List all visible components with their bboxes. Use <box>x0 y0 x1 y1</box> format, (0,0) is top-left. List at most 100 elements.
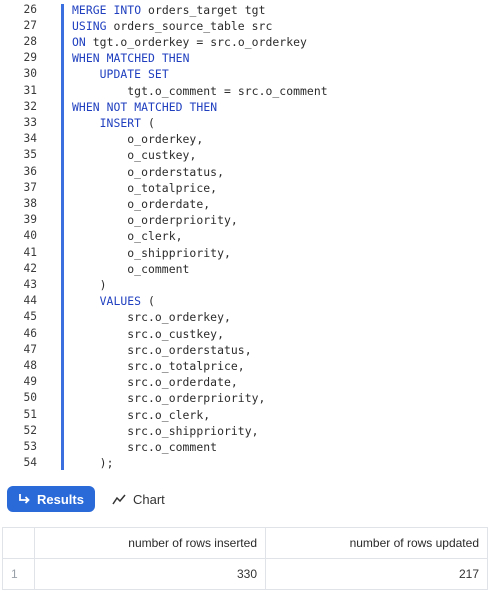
line-number: 54 <box>23 456 37 470</box>
code-text: src.o_totalprice, <box>127 358 245 373</box>
code-text: src.o_clerk, <box>127 407 211 422</box>
code-line[interactable]: 50 src.o_orderpriority, <box>0 390 489 406</box>
code-line[interactable]: 41 o_shippriority, <box>0 245 489 261</box>
line-number: 27 <box>23 18 37 32</box>
line-number: 39 <box>23 213 37 227</box>
code-line[interactable]: 36 o_orderstatus, <box>0 164 489 180</box>
row-index-header <box>2 527 35 559</box>
line-number: 46 <box>23 326 37 340</box>
code-line[interactable]: 51 src.o_clerk, <box>0 407 489 423</box>
line-number: 47 <box>23 342 37 356</box>
code-line[interactable]: 38 o_orderdate, <box>0 196 489 212</box>
code-text: src.o_comment <box>127 439 218 454</box>
cell-rows-updated[interactable]: 217 <box>265 558 488 590</box>
code-line[interactable]: 44 VALUES ( <box>0 293 489 309</box>
cell-rows-inserted[interactable]: 330 <box>34 558 266 590</box>
results-tab-label: Results <box>37 491 84 507</box>
code-text: o_shippriority, <box>127 245 231 260</box>
code-text: src.o_orderkey, <box>127 310 231 325</box>
code-text: tgt.o_comment = src.o_comment <box>127 83 328 98</box>
code-line[interactable]: 54 ); <box>0 455 489 471</box>
line-number: 52 <box>23 423 37 437</box>
chart-tab-button[interactable]: Chart <box>112 486 165 512</box>
code-line[interactable]: 48 src.o_totalprice, <box>0 358 489 374</box>
sql-editor[interactable]: 26 MERGE INTO orders_target tgt 27 USING or… <box>0 0 489 478</box>
code-text: USING orders_source_table src <box>72 18 273 33</box>
line-number: 50 <box>23 391 37 405</box>
code-line[interactable]: 27 USING orders_source_table src <box>0 18 489 34</box>
code-line[interactable]: 37 o_totalprice, <box>0 180 489 196</box>
line-number: 38 <box>23 196 37 210</box>
code-line[interactable]: 39 o_orderpriority, <box>0 212 489 228</box>
results-tab-button[interactable]: Results <box>7 486 95 512</box>
code-line[interactable]: 47 src.o_orderstatus, <box>0 342 489 358</box>
line-number: 28 <box>23 34 37 48</box>
line-number: 31 <box>23 83 37 97</box>
line-number: 34 <box>23 132 37 146</box>
table-header-row: number of rows inserted number of rows u… <box>2 527 488 559</box>
code-text: o_custkey, <box>127 148 197 163</box>
code-text: o_orderkey, <box>127 132 204 147</box>
code-text: VALUES ( <box>99 294 155 309</box>
line-number: 37 <box>23 180 37 194</box>
line-number: 42 <box>23 261 37 275</box>
code-line[interactable]: 33 INSERT ( <box>0 115 489 131</box>
code-line[interactable]: 32 WHEN NOT MATCHED THEN <box>0 99 489 115</box>
code-text: src.o_orderpriority, <box>127 391 266 406</box>
line-number: 45 <box>23 310 37 324</box>
column-header-rows-updated[interactable]: number of rows updated <box>265 527 488 559</box>
code-text: WHEN MATCHED THEN <box>72 51 190 66</box>
code-text: src.o_custkey, <box>127 326 224 341</box>
code-line[interactable]: 34 o_orderkey, <box>0 131 489 147</box>
line-number: 29 <box>23 51 37 65</box>
code-line[interactable]: 28 ON tgt.o_orderkey = src.o_orderkey <box>0 34 489 50</box>
line-number: 30 <box>23 67 37 81</box>
code-line[interactable]: 30 UPDATE SET <box>0 66 489 82</box>
column-header-rows-inserted[interactable]: number of rows inserted <box>34 527 266 559</box>
code-text: UPDATE SET <box>99 67 169 82</box>
code-line[interactable]: 46 src.o_custkey, <box>0 326 489 342</box>
code-line[interactable]: 31 tgt.o_comment = src.o_comment <box>0 83 489 99</box>
line-number: 33 <box>23 115 37 129</box>
results-table: number of rows inserted number of rows u… <box>2 527 488 590</box>
line-number: 41 <box>23 245 37 259</box>
code-text: src.o_orderstatus, <box>127 342 252 357</box>
code-line[interactable]: 42 o_comment <box>0 261 489 277</box>
code-text: o_clerk, <box>127 229 183 244</box>
code-line[interactable]: 53 src.o_comment <box>0 439 489 455</box>
code-text: o_totalprice, <box>127 180 218 195</box>
line-number: 36 <box>23 164 37 178</box>
code-text: o_orderpriority, <box>127 213 238 228</box>
line-chart-icon <box>112 494 126 505</box>
row-index: 1 <box>2 558 35 590</box>
chart-tab-label: Chart <box>133 491 165 507</box>
line-number: 48 <box>23 358 37 372</box>
code-text: ); <box>99 456 114 471</box>
code-text: WHEN NOT MATCHED THEN <box>72 99 218 114</box>
code-line[interactable]: 52 src.o_shippriority, <box>0 423 489 439</box>
line-number: 35 <box>23 148 37 162</box>
return-arrow-icon <box>19 494 30 504</box>
code-text: ON tgt.o_orderkey = src.o_orderkey <box>72 34 307 49</box>
code-line[interactable]: 45 src.o_orderkey, <box>0 309 489 325</box>
line-number: 49 <box>23 375 37 389</box>
code-line[interactable]: 49 src.o_orderdate, <box>0 374 489 390</box>
code-line[interactable]: 35 o_custkey, <box>0 147 489 163</box>
code-text: ) <box>99 277 107 292</box>
code-line[interactable]: 29 WHEN MATCHED THEN <box>0 50 489 66</box>
line-number: 40 <box>23 229 37 243</box>
code-line[interactable]: 26 MERGE INTO orders_target tgt <box>0 2 489 18</box>
line-number: 32 <box>23 99 37 113</box>
code-text: o_orderdate, <box>127 196 211 211</box>
code-line[interactable]: 40 o_clerk, <box>0 228 489 244</box>
line-number: 51 <box>23 407 37 421</box>
code-text: o_comment <box>127 261 190 276</box>
code-text: MERGE INTO orders_target tgt <box>72 2 266 17</box>
line-number: 53 <box>23 439 37 453</box>
code-text: src.o_shippriority, <box>127 423 259 438</box>
line-number: 26 <box>23 2 37 16</box>
line-number: 44 <box>23 294 37 308</box>
code-text: src.o_orderdate, <box>127 375 238 390</box>
code-line[interactable]: 43 ) <box>0 277 489 293</box>
table-row[interactable]: 1 330 217 <box>2 558 488 590</box>
